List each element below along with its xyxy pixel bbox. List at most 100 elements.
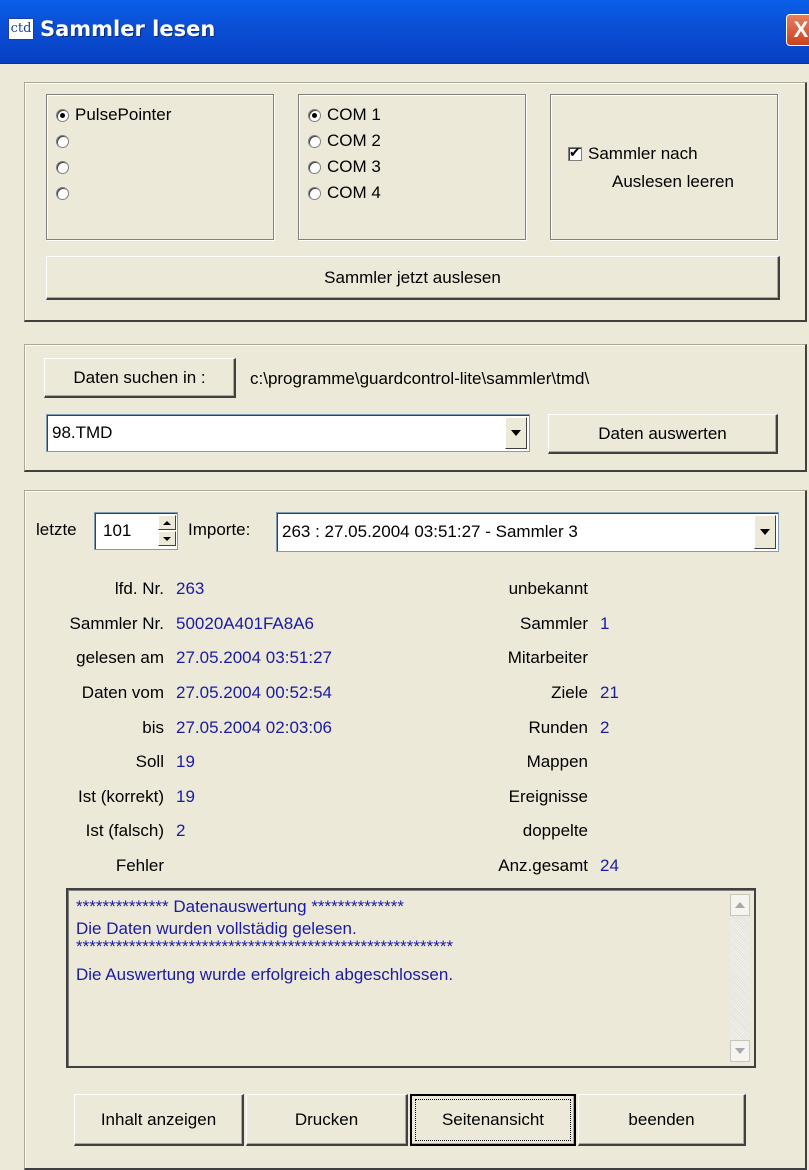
detail-label: doppelte — [522, 821, 588, 841]
detail-row: gelesen am 27.05.2004 03:51:27 — [30, 641, 410, 676]
scroll-down-icon[interactable] — [730, 1040, 750, 1062]
detail-label: Runden — [528, 717, 588, 737]
radio-button[interactable] — [56, 134, 69, 148]
detail-row: Sammler Nr. 50020A401FA8A6 — [30, 607, 410, 642]
last-count-value: 101 — [103, 521, 132, 540]
detail-row: lfd. Nr. 263 — [30, 572, 410, 607]
port-option-com3[interactable]: COM 3 — [308, 154, 518, 180]
detail-row: Mitarbeiter — [420, 641, 780, 676]
imports-label: Importe: — [188, 520, 251, 539]
app-icon: ctd — [8, 18, 34, 40]
detail-label: Fehler — [115, 856, 164, 876]
detail-row: Fehler — [30, 849, 410, 884]
evaluation-log[interactable]: ************** Datenauswertung *********… — [66, 888, 756, 1068]
detail-row: Anz.gesamt 24 — [420, 849, 780, 884]
port-radio-list: COM 1 COM 2 COM 3 COM 4 — [308, 102, 518, 206]
chevron-down-icon[interactable] — [505, 417, 527, 449]
evaluate-data-button[interactable]: Daten auswerten — [548, 414, 778, 454]
checkbox[interactable] — [568, 144, 582, 161]
checkbox-label-line2: Auslesen leeren — [612, 172, 734, 191]
detail-value: 19 — [176, 752, 195, 772]
last-count-spinner[interactable]: 101 — [94, 512, 178, 550]
show-content-button[interactable]: Inhalt anzeigen — [74, 1094, 244, 1146]
print-button[interactable]: Drucken — [246, 1094, 408, 1146]
radio-button[interactable] — [308, 108, 321, 122]
detail-row: Daten vom 27.05.2004 00:52:54 — [30, 676, 410, 711]
detail-label: bis — [142, 717, 164, 737]
device-option-4[interactable] — [56, 180, 266, 206]
radio-button[interactable] — [308, 160, 321, 174]
detail-row: Runden 2 — [420, 710, 780, 745]
read-collector-button[interactable]: Sammler jetzt auslesen — [46, 256, 780, 300]
radio-button[interactable] — [308, 186, 321, 200]
port-option-com4[interactable]: COM 4 — [308, 180, 518, 206]
detail-label: Ist (korrekt) — [78, 786, 164, 806]
detail-label: unbekannt — [508, 579, 588, 599]
spin-down-icon[interactable] — [158, 531, 176, 546]
detail-value: 2 — [600, 717, 610, 737]
detail-value: 24 — [600, 856, 619, 876]
detail-row: Ist (falsch) 2 — [30, 814, 410, 849]
radio-button[interactable] — [56, 108, 69, 122]
window-title: Sammler lesen — [40, 17, 216, 41]
detail-value: 27.05.2004 00:52:54 — [176, 683, 332, 703]
import-select-value: 263 : 27.05.2004 03:51:27 - Sammler 3 — [282, 522, 578, 541]
detail-row: bis 27.05.2004 02:03:06 — [30, 710, 410, 745]
port-option-label: COM 2 — [327, 131, 381, 150]
port-option-label: COM 3 — [327, 157, 381, 176]
file-select-value: 98.TMD — [52, 423, 113, 442]
spin-up-icon[interactable] — [158, 515, 176, 530]
checkbox-label-line1: Sammler nach — [588, 144, 698, 163]
device-option-2[interactable] — [56, 128, 266, 154]
port-option-com1[interactable]: COM 1 — [308, 102, 518, 128]
device-option-label: PulsePointer — [75, 105, 172, 124]
detail-value: 27.05.2004 02:03:06 — [176, 717, 332, 737]
port-option-com2[interactable]: COM 2 — [308, 128, 518, 154]
detail-row: Sammler 1 — [420, 607, 780, 642]
close-button[interactable]: beenden — [578, 1094, 746, 1146]
device-option-3[interactable] — [56, 154, 266, 180]
detail-label: Soll — [135, 752, 164, 772]
log-line: ****************************************… — [76, 937, 454, 956]
detail-label: lfd. Nr. — [114, 579, 164, 599]
detail-value: 19 — [176, 786, 195, 806]
device-option-1[interactable]: PulsePointer — [56, 102, 266, 128]
detail-value: 263 — [176, 579, 205, 599]
detail-row: Mappen — [420, 745, 780, 780]
detail-label: Anz.gesamt — [498, 856, 588, 876]
detail-label: Daten vom — [81, 683, 164, 703]
detail-row: Ereignisse — [420, 780, 780, 815]
detail-label: Sammler Nr. — [69, 613, 164, 633]
detail-row: Soll 19 — [30, 745, 410, 780]
import-select[interactable]: 263 : 27.05.2004 03:51:27 - Sammler 3 — [276, 512, 779, 552]
detail-label: Sammler — [519, 613, 588, 633]
detail-row: Ziele 21 — [420, 676, 780, 711]
search-data-button[interactable]: Daten suchen in : — [44, 358, 236, 398]
radio-button[interactable] — [56, 160, 69, 174]
detail-label: Mappen — [526, 752, 588, 772]
radio-button[interactable] — [308, 134, 321, 148]
chevron-down-icon[interactable] — [754, 515, 776, 549]
log-line: ************** Datenauswertung *********… — [76, 897, 404, 916]
details-right: unbekannt Sammler 1 Mitarbeiter Ziele 21… — [420, 572, 780, 883]
port-option-label: COM 4 — [327, 183, 381, 202]
detail-row: Ist (korrekt) 19 — [30, 780, 410, 815]
detail-value: 50020A401FA8A6 — [176, 613, 315, 633]
file-select[interactable]: 98.TMD — [46, 414, 530, 452]
detail-value: 2 — [176, 821, 186, 841]
port-option-label: COM 1 — [327, 105, 381, 124]
detail-label: gelesen am — [76, 648, 164, 668]
details-left: lfd. Nr. 263 Sammler Nr. 50020A401FA8A6 … — [30, 572, 410, 883]
log-lines: ************** Datenauswertung *********… — [76, 896, 716, 986]
vertical-scrollbar[interactable] — [730, 894, 750, 1062]
clear-collector-checkbox[interactable]: Sammler nach Auslesen leeren — [568, 144, 768, 192]
radio-button[interactable] — [56, 186, 69, 200]
scroll-up-icon[interactable] — [730, 894, 750, 916]
detail-value: 27.05.2004 03:51:27 — [176, 648, 332, 668]
log-line: Die Auswertung wurde erfolgreich abgesch… — [76, 965, 454, 984]
last-label: letzte — [36, 520, 77, 539]
close-window-button[interactable]: X — [786, 14, 809, 46]
detail-label: Ziele — [551, 683, 588, 703]
title-bar: ctd Sammler lesen X — [0, 0, 809, 64]
page-view-button[interactable]: Seitenansicht — [410, 1094, 576, 1146]
